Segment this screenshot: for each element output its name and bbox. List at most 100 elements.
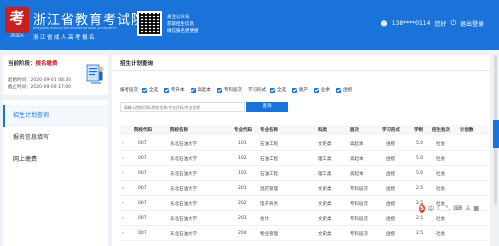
filter-label: 报考层次 [120, 88, 138, 93]
cell: 5.0 [416, 141, 424, 146]
checkbox-icon [314, 87, 319, 93]
cell: 专科层次 [350, 202, 368, 207]
column-header: 院校代码 [134, 128, 152, 133]
checkbox-icon [270, 87, 275, 93]
filter-label: 学习形式 [248, 88, 266, 93]
cell: 专科层次 [350, 187, 368, 192]
cell: 2.5 [416, 216, 424, 221]
cell: 函授 [386, 232, 395, 237]
cell: 东北石油大学 [170, 232, 197, 237]
filter-row: 报考层次 全选 专升本 高起本 专科层次 学习形式 全选 脱产 业余 函授 [120, 86, 358, 94]
filter-checkbox[interactable]: 函授 [336, 87, 352, 93]
column-header: 专业名称 [260, 128, 278, 133]
filter-checkbox[interactable]: 高起本 [190, 87, 211, 93]
keyboard-icon[interactable]: ⌨ [453, 205, 462, 212]
cell: 高起本 [350, 157, 364, 162]
column-header: 招生批次 [432, 128, 450, 133]
cell: 007 [138, 186, 147, 191]
cell: 函授 [386, 202, 395, 207]
cell: 高起本 [350, 172, 364, 177]
row-arrow: › [122, 171, 124, 176]
table-header: 院校代码 院校名称 专业代码 专业名称 科类 层次 学习形式 学制 招生批次 计… [120, 125, 488, 135]
cell: 007 [138, 171, 147, 176]
table-row[interactable]: › 007 东北石油大学 201 酒店管理 文史类 专科层次 函授 2.5 社会 [120, 181, 488, 196]
cell: 5.0 [416, 156, 424, 161]
moon-icon[interactable]: ☾ [437, 205, 442, 212]
input-method-icon[interactable]: S [419, 203, 425, 213]
start-time: 起始时间：2020-09-01 08:30 [8, 78, 72, 83]
cell: 文史类 [318, 232, 332, 237]
nav-item-info-fill[interactable]: 报名信息填写 [3, 127, 108, 149]
power-icon[interactable]: ⏻ [450, 19, 456, 28]
logo-caption: ZKSEA [10, 33, 24, 38]
cell: 202 [238, 201, 247, 206]
cell: 社会 [436, 172, 445, 177]
filter-checkbox[interactable]: 业余 [314, 87, 330, 93]
filter-checkbox[interactable]: 脱产 [292, 87, 308, 93]
brand-subtitle: 浙江省成人高考报名 [33, 35, 97, 41]
cell: 东北石油大学 [170, 172, 197, 177]
cell: 理工类 [318, 157, 332, 162]
query-button[interactable]: 查询 [246, 102, 288, 112]
stage-info-card: 当前阶段：报名缴费 起始时间：2020-09-01 08:30 截止时间：202… [3, 55, 108, 95]
table-row[interactable]: › 007 东北石油大学 102 石油工程 理工类 高起本 函授 5.0 社会 [120, 151, 488, 166]
filter-checkbox[interactable]: 专科层次 [217, 87, 242, 93]
cell: 社会 [436, 217, 445, 222]
cell: 社会 [436, 142, 445, 147]
cell: 007 [138, 231, 147, 236]
cell: 理工类 [318, 172, 332, 177]
page-title: 招生计划查询 [120, 61, 154, 67]
brand-en: ZHEJIANG EDUCATION EXAMINATIONS AUTHORIT… [33, 26, 117, 30]
cell: 社会 [436, 232, 445, 237]
filter-checkbox[interactable]: 全选 [142, 87, 158, 93]
side-feedback-tab[interactable] [493, 120, 499, 148]
lang-toggle[interactable]: 中 [428, 204, 434, 213]
table-row[interactable]: › 007 东北石油大学 204 物业管理 文史类 专科层次 函授 2.5 社会 [120, 226, 488, 241]
table-row[interactable]: › 007 东北石油大学 101 石油工程 文史类 高起本 函授 5.0 社会 [120, 136, 488, 151]
checkbox-icon [164, 87, 169, 93]
floating-toolbar: S 中 ☾ °, ⌨ ♙ ▦ [419, 203, 479, 213]
illustration-icon [86, 64, 104, 84]
checkbox-icon [217, 87, 222, 93]
left-nav: 招生计划查询 报名信息填写 网上缴费 [3, 100, 108, 246]
row-arrow: › [122, 231, 124, 236]
logo-badge: 考 [5, 7, 29, 33]
cell: 社会 [436, 157, 445, 162]
cell: 专科层次 [350, 217, 368, 222]
cell: 东北石油大学 [170, 187, 197, 192]
cell: 204 [238, 231, 247, 236]
column-header: 学习形式 [382, 128, 400, 133]
cell: 函授 [386, 142, 395, 147]
checkbox-icon [190, 87, 196, 93]
top-header: 考 ZKSEA 浙江省教育考试院 ZHEJIANG EDUCATION EXAM… [0, 0, 499, 50]
table-row[interactable]: › 007 东北石油大学 103 石油工程 理工类 高起本 函授 5.0 社会 [120, 166, 488, 181]
punctuation-icon[interactable]: °, [445, 205, 450, 212]
qr-caption-line: 微信报名更便捷 [167, 29, 199, 34]
row-arrow: › [122, 201, 124, 206]
user-greeting: 您好 [434, 21, 447, 28]
cell: 102 [238, 156, 247, 161]
logout-link[interactable]: 退出登录 [460, 19, 484, 28]
column-header: 学制 [414, 128, 423, 133]
cell: 007 [138, 201, 147, 206]
cell: 专科层次 [350, 232, 368, 237]
cell: 函授 [386, 217, 395, 222]
nav-item-payment[interactable]: 网上缴费 [3, 149, 108, 171]
nav-item-plan-query[interactable]: 招生计划查询 [3, 105, 108, 127]
cell: 会计 [260, 217, 269, 222]
cell: 社会 [436, 187, 445, 192]
filter-checkbox[interactable]: 全选 [270, 87, 286, 93]
cell: 电子商务 [260, 202, 278, 207]
search-input[interactable] [120, 102, 245, 112]
cell: 函授 [386, 157, 395, 162]
row-arrow: › [122, 141, 124, 146]
grid-icon[interactable]: ▦ [473, 205, 479, 212]
table-row[interactable]: › 007 东北石油大学 203 会计 文史类 专科层次 函授 2.5 社会 [120, 211, 488, 226]
cell: 函授 [386, 172, 395, 177]
column-header: 科类 [318, 128, 327, 133]
cell: 2.5 [416, 186, 424, 191]
user-icon[interactable]: ♙ [465, 205, 470, 212]
cell: 2.5 [416, 231, 424, 236]
filter-checkbox[interactable]: 专升本 [164, 87, 185, 93]
cell: 文史类 [318, 217, 332, 222]
